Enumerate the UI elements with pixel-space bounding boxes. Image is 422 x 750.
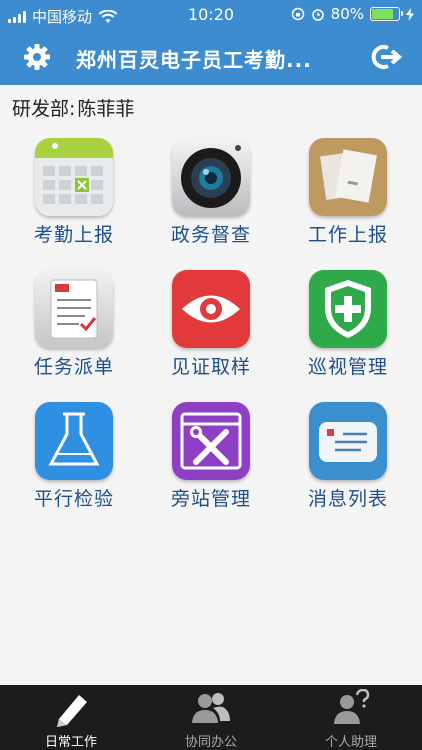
module-label: 平行检验: [33, 488, 114, 510]
module-witness-sampling[interactable]: 见证取样: [151, 270, 271, 390]
module-label: 见证取样: [170, 356, 251, 378]
task-clipboard-icon: [35, 270, 113, 348]
tab-label: 协同办公: [184, 735, 237, 750]
module-attendance-report[interactable]: 考勤上报: [14, 138, 134, 258]
orientation-lock-icon: [291, 7, 304, 21]
module-message-list[interactable]: 消息列表: [288, 402, 408, 522]
user-info: 研发部: 陈菲菲: [12, 94, 134, 121]
status-right: 80%: [291, 5, 414, 23]
people-icon: [192, 693, 230, 723]
attendance-calendar-icon: [35, 138, 113, 216]
tab-personal-assistant[interactable]: 个人助理: [281, 685, 421, 750]
module-work-report[interactable]: 工作上报: [288, 138, 408, 258]
shield-plus-icon: [309, 270, 387, 348]
tab-label: 日常工作: [44, 735, 97, 750]
camera-icon: [172, 138, 250, 216]
gear-icon[interactable]: [22, 42, 52, 72]
tab-collaborative-office[interactable]: 协同办公: [141, 685, 281, 750]
logout-icon[interactable]: [368, 42, 402, 72]
department-label: 研发部:: [12, 98, 76, 120]
assistant-icon: [334, 689, 370, 724]
module-label: 政务督查: [170, 224, 251, 246]
alarm-icon: [311, 9, 324, 21]
app-header: 郑州百灵电子员工考勤...: [0, 30, 422, 85]
module-site-management[interactable]: 旁站管理: [151, 402, 271, 522]
module-label: 旁站管理: [170, 488, 251, 510]
battery-percent: 80%: [330, 5, 364, 23]
flask-icon: [35, 402, 113, 480]
module-label: 考勤上报: [33, 224, 114, 246]
module-label: 任务派单: [33, 356, 114, 378]
tab-label: 个人助理: [324, 735, 377, 750]
status-bar: 中国移动 10:20 80%: [0, 0, 422, 30]
tools-icon: [172, 402, 250, 480]
module-task-dispatch[interactable]: 任务派单: [14, 270, 134, 390]
module-parallel-inspection[interactable]: 平行检验: [14, 402, 134, 522]
battery-icon: [370, 7, 403, 21]
user-name: 陈菲菲: [77, 98, 135, 120]
tab-daily-work[interactable]: 日常工作: [1, 685, 141, 750]
message-card-icon: [309, 402, 387, 480]
eye-icon: [172, 270, 250, 348]
module-government-supervision[interactable]: 政务督查: [151, 138, 271, 258]
module-label: 巡视管理: [307, 356, 388, 378]
page-title: 郑州百灵电子员工考勤...: [76, 48, 312, 72]
pencil-icon: [57, 695, 87, 727]
documents-icon: [309, 138, 387, 216]
module-label: 工作上报: [307, 224, 388, 246]
bottom-tab-bar: 日常工作 协同办公 个人助理: [0, 685, 422, 750]
module-patrol-management[interactable]: 巡视管理: [288, 270, 408, 390]
module-label: 消息列表: [307, 488, 388, 510]
charging-icon: [406, 7, 414, 21]
